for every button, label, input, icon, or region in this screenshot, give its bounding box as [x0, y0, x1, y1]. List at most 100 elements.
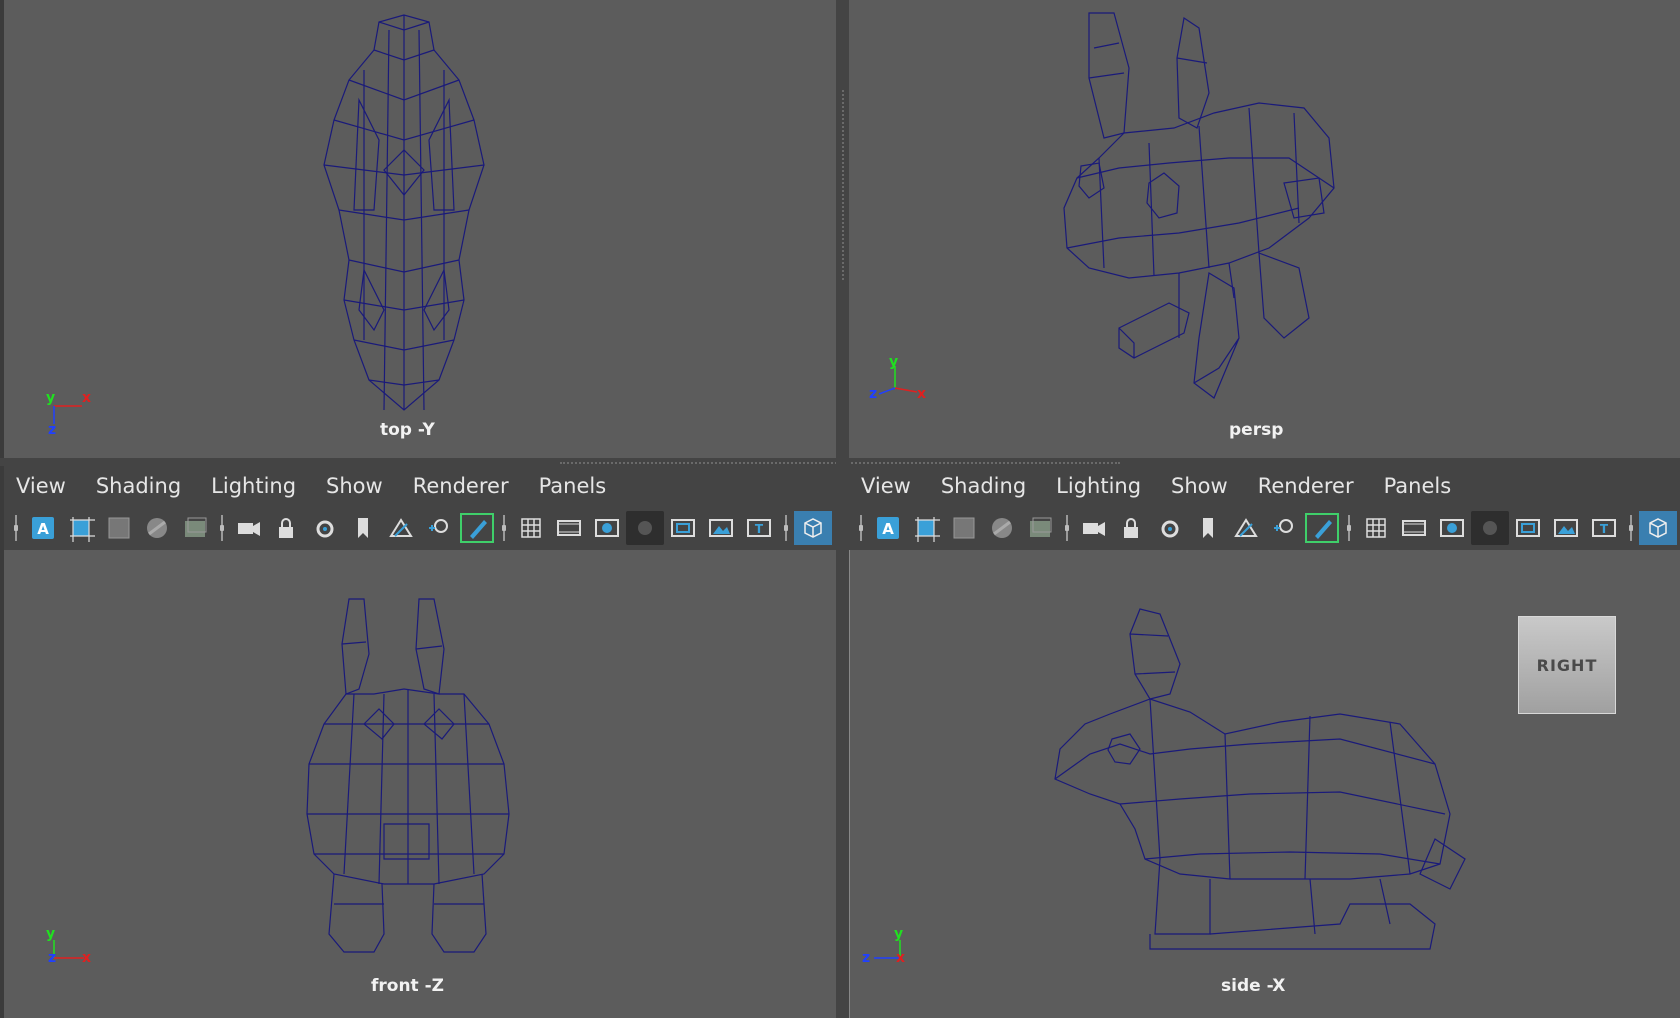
axis-y-label: y	[46, 926, 55, 942]
isolate-select-icon[interactable]	[794, 511, 832, 545]
film-gate-icon[interactable]	[550, 511, 588, 545]
camera-label-side: side -X	[1221, 976, 1286, 996]
bunny-wireframe-persp	[1063, 12, 1335, 399]
svg-text:A: A	[882, 520, 894, 538]
textured-icon[interactable]	[1021, 511, 1059, 545]
camera-settings-icon[interactable]	[1151, 511, 1189, 545]
panel-menubar-side: View Shading Lighting Show Renderer Pane…	[849, 466, 1680, 550]
axis-z-label: z	[862, 950, 870, 966]
isolate-select-icon[interactable]	[1639, 511, 1677, 545]
svg-text:T: T	[1600, 522, 1609, 536]
bookmarks-icon[interactable]	[1189, 511, 1227, 545]
axis-x-label: x	[82, 390, 91, 406]
2d-pan-zoom-icon[interactable]	[1265, 511, 1303, 545]
menu-panels[interactable]: Panels	[539, 474, 607, 498]
toolbar-handle[interactable]	[859, 515, 863, 541]
bunny-wireframe-front	[306, 598, 510, 953]
maya-four-view-layout: y x z top -Y y x z persp View Shading Li…	[0, 0, 1680, 1018]
panel-toolbar: A T	[8, 510, 832, 546]
toolbar-separator	[1065, 515, 1069, 541]
axis-gizmo-top: y x z	[46, 390, 91, 438]
toolbar-separator	[784, 515, 788, 541]
axis-gizmo-side: y z x	[862, 926, 905, 966]
resolution-gate-icon[interactable]	[588, 511, 626, 545]
axis-z-label: z	[48, 422, 56, 438]
film-gate-icon[interactable]	[1395, 511, 1433, 545]
camera-label-persp: persp	[1229, 420, 1284, 440]
axis-z-label: z	[869, 386, 877, 402]
svg-text:A: A	[37, 520, 49, 538]
lock-camera-icon[interactable]	[1113, 511, 1151, 545]
camera-attributes-icon[interactable]	[230, 511, 268, 545]
axis-gizmo-front: y x z	[46, 926, 91, 966]
field-chart-icon[interactable]	[1509, 511, 1547, 545]
axis-y-label: y	[894, 926, 903, 942]
safe-action-icon[interactable]	[1547, 511, 1585, 545]
wireframe-shade-icon[interactable]	[945, 511, 983, 545]
viewcube[interactable]: RIGHT	[1518, 616, 1616, 714]
viewport-persp[interactable]: y x z persp	[849, 0, 1680, 458]
grid-icon[interactable]	[1357, 511, 1395, 545]
panel-menu: View Shading Lighting Show Renderer Pane…	[861, 474, 1481, 498]
textured-icon[interactable]	[176, 511, 214, 545]
menu-panels[interactable]: Panels	[1384, 474, 1452, 498]
axis-x-label: x	[917, 386, 926, 402]
svg-text:T: T	[755, 522, 764, 536]
grease-pencil-icon[interactable]	[1303, 511, 1341, 545]
frame-selection-icon[interactable]	[907, 511, 945, 545]
bunny-wireframe-top	[323, 14, 485, 411]
menu-lighting[interactable]: Lighting	[211, 474, 296, 498]
menu-view[interactable]: View	[861, 474, 911, 498]
panel-menubar-front: View Shading Lighting Show Renderer Pane…	[4, 466, 836, 550]
image-plane-icon[interactable]	[1227, 511, 1265, 545]
axis-y-label: y	[46, 390, 55, 406]
vertical-pane-splitter-bottom[interactable]	[836, 466, 849, 1018]
safe-title-icon[interactable]: T	[1585, 511, 1623, 545]
bunny-wireframe-side	[1054, 608, 1466, 950]
menu-show[interactable]: Show	[326, 474, 383, 498]
toolbar-separator	[1629, 515, 1633, 541]
select-camera-icon[interactable]: A	[869, 511, 907, 545]
field-chart-icon[interactable]	[664, 511, 702, 545]
menu-renderer[interactable]: Renderer	[413, 474, 509, 498]
viewport-top[interactable]: y x z top -Y	[4, 0, 836, 458]
camera-label-top: top -Y	[380, 420, 435, 440]
menu-shading[interactable]: Shading	[96, 474, 181, 498]
wireframe-shade-icon[interactable]	[100, 511, 138, 545]
panel-toolbar: A T	[853, 510, 1677, 546]
menu-shading[interactable]: Shading	[941, 474, 1026, 498]
gate-mask-icon[interactable]	[626, 511, 664, 545]
menu-show[interactable]: Show	[1171, 474, 1228, 498]
safe-title-icon[interactable]: T	[740, 511, 778, 545]
lock-camera-icon[interactable]	[268, 511, 306, 545]
axis-gizmo-persp: y x z	[869, 356, 926, 402]
viewport-front[interactable]: y x z front -Z	[4, 550, 836, 1018]
camera-settings-icon[interactable]	[306, 511, 344, 545]
camera-label-front: front -Z	[371, 976, 444, 996]
2d-pan-zoom-icon[interactable]	[420, 511, 458, 545]
axis-z-label: z	[48, 950, 56, 966]
select-camera-icon[interactable]: A	[24, 511, 62, 545]
smooth-shade-icon[interactable]	[983, 511, 1021, 545]
frame-selection-icon[interactable]	[62, 511, 100, 545]
bookmarks-icon[interactable]	[344, 511, 382, 545]
toolbar-handle[interactable]	[14, 515, 18, 541]
menu-view[interactable]: View	[16, 474, 66, 498]
grid-icon[interactable]	[512, 511, 550, 545]
gate-mask-icon[interactable]	[1471, 511, 1509, 545]
vertical-pane-splitter-top[interactable]	[836, 0, 849, 466]
toolbar-separator	[502, 515, 506, 541]
axis-x-label: x	[896, 950, 905, 966]
grease-pencil-icon[interactable]	[458, 511, 496, 545]
menu-lighting[interactable]: Lighting	[1056, 474, 1141, 498]
image-plane-icon[interactable]	[382, 511, 420, 545]
resolution-gate-icon[interactable]	[1433, 511, 1471, 545]
safe-action-icon[interactable]	[702, 511, 740, 545]
menu-renderer[interactable]: Renderer	[1258, 474, 1354, 498]
camera-attributes-icon[interactable]	[1075, 511, 1113, 545]
axis-x-label: x	[82, 950, 91, 966]
panel-menu: View Shading Lighting Show Renderer Pane…	[16, 474, 636, 498]
toolbar-separator	[220, 515, 224, 541]
toolbar-separator	[1347, 515, 1351, 541]
smooth-shade-icon[interactable]	[138, 511, 176, 545]
